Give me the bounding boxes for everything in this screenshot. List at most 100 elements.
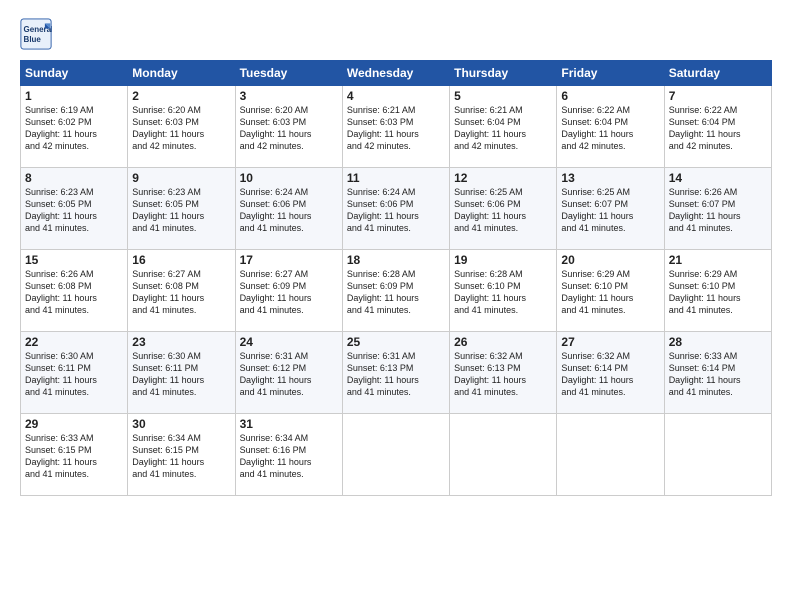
day-info: Sunrise: 6:26 AM Sunset: 6:08 PM Dayligh… [25,268,123,317]
calendar-cell: 2Sunrise: 6:20 AM Sunset: 6:03 PM Daylig… [128,86,235,168]
day-number: 17 [240,253,338,267]
day-info: Sunrise: 6:33 AM Sunset: 6:15 PM Dayligh… [25,432,123,481]
day-number: 11 [347,171,445,185]
calendar-cell: 28Sunrise: 6:33 AM Sunset: 6:14 PM Dayli… [664,332,771,414]
calendar-cell: 31Sunrise: 6:34 AM Sunset: 6:16 PM Dayli… [235,414,342,496]
day-info: Sunrise: 6:27 AM Sunset: 6:08 PM Dayligh… [132,268,230,317]
day-info: Sunrise: 6:20 AM Sunset: 6:03 PM Dayligh… [240,104,338,153]
day-number: 19 [454,253,552,267]
header-cell-friday: Friday [557,61,664,86]
calendar-cell: 6Sunrise: 6:22 AM Sunset: 6:04 PM Daylig… [557,86,664,168]
logo-area: General Blue [20,18,56,50]
day-info: Sunrise: 6:34 AM Sunset: 6:16 PM Dayligh… [240,432,338,481]
calendar-cell: 22Sunrise: 6:30 AM Sunset: 6:11 PM Dayli… [21,332,128,414]
header-cell-saturday: Saturday [664,61,771,86]
day-number: 23 [132,335,230,349]
day-info: Sunrise: 6:28 AM Sunset: 6:10 PM Dayligh… [454,268,552,317]
calendar-cell: 10Sunrise: 6:24 AM Sunset: 6:06 PM Dayli… [235,168,342,250]
day-number: 26 [454,335,552,349]
day-number: 4 [347,89,445,103]
day-info: Sunrise: 6:22 AM Sunset: 6:04 PM Dayligh… [561,104,659,153]
day-info: Sunrise: 6:23 AM Sunset: 6:05 PM Dayligh… [25,186,123,235]
header-row: SundayMondayTuesdayWednesdayThursdayFrid… [21,61,772,86]
calendar-cell: 29Sunrise: 6:33 AM Sunset: 6:15 PM Dayli… [21,414,128,496]
day-number: 6 [561,89,659,103]
day-info: Sunrise: 6:34 AM Sunset: 6:15 PM Dayligh… [132,432,230,481]
calendar-cell [450,414,557,496]
day-info: Sunrise: 6:30 AM Sunset: 6:11 PM Dayligh… [25,350,123,399]
calendar-cell: 27Sunrise: 6:32 AM Sunset: 6:14 PM Dayli… [557,332,664,414]
day-number: 1 [25,89,123,103]
calendar-cell: 3Sunrise: 6:20 AM Sunset: 6:03 PM Daylig… [235,86,342,168]
day-info: Sunrise: 6:26 AM Sunset: 6:07 PM Dayligh… [669,186,767,235]
day-info: Sunrise: 6:32 AM Sunset: 6:13 PM Dayligh… [454,350,552,399]
day-info: Sunrise: 6:29 AM Sunset: 6:10 PM Dayligh… [669,268,767,317]
day-number: 5 [454,89,552,103]
day-number: 25 [347,335,445,349]
day-info: Sunrise: 6:27 AM Sunset: 6:09 PM Dayligh… [240,268,338,317]
day-number: 27 [561,335,659,349]
header-cell-tuesday: Tuesday [235,61,342,86]
calendar-page: General Blue SundayMondayTuesdayWednesda… [0,0,792,612]
day-number: 30 [132,417,230,431]
calendar-cell: 26Sunrise: 6:32 AM Sunset: 6:13 PM Dayli… [450,332,557,414]
day-number: 20 [561,253,659,267]
day-number: 22 [25,335,123,349]
day-number: 18 [347,253,445,267]
day-info: Sunrise: 6:29 AM Sunset: 6:10 PM Dayligh… [561,268,659,317]
day-number: 21 [669,253,767,267]
calendar-week-2: 15Sunrise: 6:26 AM Sunset: 6:08 PM Dayli… [21,250,772,332]
day-info: Sunrise: 6:31 AM Sunset: 6:13 PM Dayligh… [347,350,445,399]
day-info: Sunrise: 6:25 AM Sunset: 6:06 PM Dayligh… [454,186,552,235]
calendar-cell: 12Sunrise: 6:25 AM Sunset: 6:06 PM Dayli… [450,168,557,250]
day-number: 12 [454,171,552,185]
day-info: Sunrise: 6:21 AM Sunset: 6:04 PM Dayligh… [454,104,552,153]
calendar-cell: 25Sunrise: 6:31 AM Sunset: 6:13 PM Dayli… [342,332,449,414]
calendar-week-1: 8Sunrise: 6:23 AM Sunset: 6:05 PM Daylig… [21,168,772,250]
day-number: 7 [669,89,767,103]
day-number: 15 [25,253,123,267]
day-number: 10 [240,171,338,185]
calendar-cell: 30Sunrise: 6:34 AM Sunset: 6:15 PM Dayli… [128,414,235,496]
calendar-cell: 5Sunrise: 6:21 AM Sunset: 6:04 PM Daylig… [450,86,557,168]
calendar-cell: 13Sunrise: 6:25 AM Sunset: 6:07 PM Dayli… [557,168,664,250]
day-info: Sunrise: 6:25 AM Sunset: 6:07 PM Dayligh… [561,186,659,235]
calendar-cell: 14Sunrise: 6:26 AM Sunset: 6:07 PM Dayli… [664,168,771,250]
calendar-cell: 19Sunrise: 6:28 AM Sunset: 6:10 PM Dayli… [450,250,557,332]
calendar-week-4: 29Sunrise: 6:33 AM Sunset: 6:15 PM Dayli… [21,414,772,496]
header-cell-sunday: Sunday [21,61,128,86]
header: General Blue [20,18,772,50]
calendar-cell: 11Sunrise: 6:24 AM Sunset: 6:06 PM Dayli… [342,168,449,250]
svg-text:Blue: Blue [24,35,42,44]
day-info: Sunrise: 6:30 AM Sunset: 6:11 PM Dayligh… [132,350,230,399]
day-number: 28 [669,335,767,349]
day-info: Sunrise: 6:28 AM Sunset: 6:09 PM Dayligh… [347,268,445,317]
calendar-cell [342,414,449,496]
day-info: Sunrise: 6:24 AM Sunset: 6:06 PM Dayligh… [347,186,445,235]
calendar-cell: 20Sunrise: 6:29 AM Sunset: 6:10 PM Dayli… [557,250,664,332]
calendar-cell: 18Sunrise: 6:28 AM Sunset: 6:09 PM Dayli… [342,250,449,332]
calendar-cell [664,414,771,496]
day-number: 8 [25,171,123,185]
header-cell-thursday: Thursday [450,61,557,86]
day-info: Sunrise: 6:21 AM Sunset: 6:03 PM Dayligh… [347,104,445,153]
header-cell-wednesday: Wednesday [342,61,449,86]
calendar-cell: 23Sunrise: 6:30 AM Sunset: 6:11 PM Dayli… [128,332,235,414]
day-number: 24 [240,335,338,349]
general-blue-logo-icon: General Blue [20,18,52,50]
day-number: 31 [240,417,338,431]
calendar-cell: 1Sunrise: 6:19 AM Sunset: 6:02 PM Daylig… [21,86,128,168]
day-number: 14 [669,171,767,185]
day-info: Sunrise: 6:32 AM Sunset: 6:14 PM Dayligh… [561,350,659,399]
day-info: Sunrise: 6:31 AM Sunset: 6:12 PM Dayligh… [240,350,338,399]
calendar-cell: 21Sunrise: 6:29 AM Sunset: 6:10 PM Dayli… [664,250,771,332]
calendar-cell: 9Sunrise: 6:23 AM Sunset: 6:05 PM Daylig… [128,168,235,250]
day-info: Sunrise: 6:22 AM Sunset: 6:04 PM Dayligh… [669,104,767,153]
calendar-cell [557,414,664,496]
calendar-cell: 7Sunrise: 6:22 AM Sunset: 6:04 PM Daylig… [664,86,771,168]
day-number: 16 [132,253,230,267]
day-info: Sunrise: 6:23 AM Sunset: 6:05 PM Dayligh… [132,186,230,235]
calendar-table: SundayMondayTuesdayWednesdayThursdayFrid… [20,60,772,496]
day-number: 29 [25,417,123,431]
day-info: Sunrise: 6:19 AM Sunset: 6:02 PM Dayligh… [25,104,123,153]
